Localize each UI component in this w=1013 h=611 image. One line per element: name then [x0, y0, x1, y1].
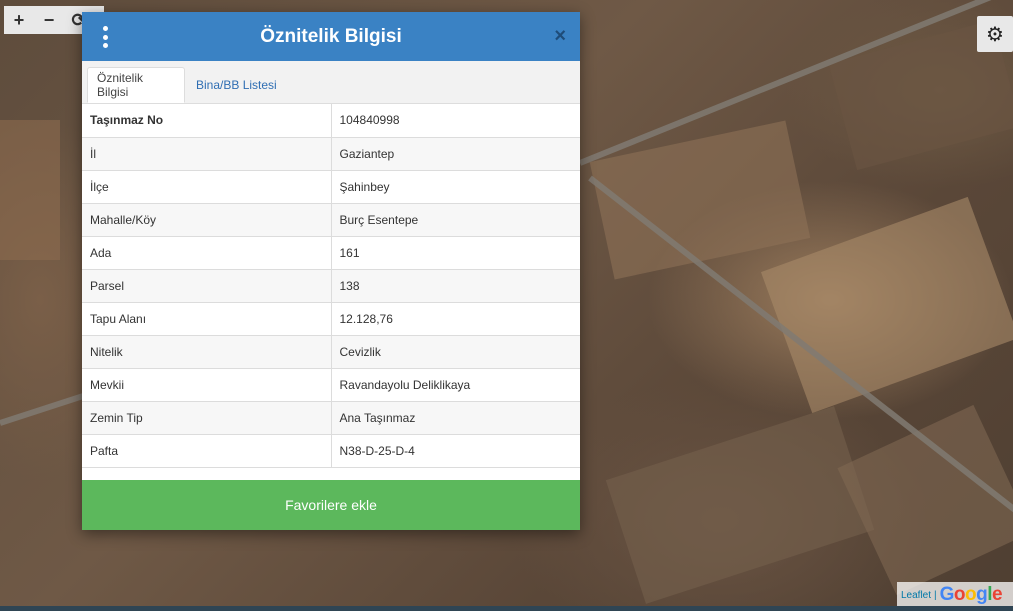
- modal-title: Öznitelik Bilgisi: [260, 25, 402, 47]
- row-key: İl: [82, 137, 332, 171]
- row-value: 138: [331, 269, 580, 303]
- attribute-info-modal: Öznitelik Bilgisi × Öznitelik Bilgisi Bi…: [82, 12, 580, 530]
- row-value: N38-D-25-D-4: [331, 434, 580, 468]
- table-row: Pafta N38-D-25-D-4: [82, 434, 580, 468]
- settings-button[interactable]: ⚙: [977, 16, 1013, 52]
- row-value: Gaziantep: [331, 137, 580, 171]
- row-value: Cevizlik: [331, 335, 580, 369]
- row-value: 104840998: [331, 104, 580, 138]
- table-row: İlçe Şahinbey: [82, 170, 580, 204]
- table-row: Zemin Tip Ana Taşınmaz: [82, 401, 580, 435]
- bottom-strip: [0, 606, 1013, 611]
- row-value: 12.128,76: [331, 302, 580, 336]
- attribution-separator: |: [934, 589, 937, 601]
- row-key: Mevkii: [82, 368, 332, 402]
- modal-tabs: Öznitelik Bilgisi Bina/BB Listesi: [82, 61, 580, 104]
- table-row: İl Gaziantep: [82, 137, 580, 171]
- tab-building-list[interactable]: Bina/BB Listesi: [187, 67, 286, 103]
- leaflet-link[interactable]: Leaflet: [901, 590, 931, 601]
- close-icon[interactable]: ×: [554, 25, 566, 48]
- table-row: Ada 161: [82, 236, 580, 270]
- table-row: Mahalle/Köy Burç Esentepe: [82, 203, 580, 237]
- google-logo: Google: [939, 584, 1003, 605]
- row-key: Parsel: [82, 269, 332, 303]
- map-field: [837, 404, 1013, 596]
- row-key: İlçe: [82, 170, 332, 204]
- map-field: [605, 406, 875, 604]
- zoom-in-button[interactable]: +: [4, 6, 34, 34]
- map-attribution: Leaflet | Google: [897, 582, 1013, 608]
- table-row: Parsel 138: [82, 269, 580, 303]
- table-row: Mevkii Ravandayolu Deliklikaya: [82, 368, 580, 402]
- row-key: Ada: [82, 236, 332, 270]
- row-value: 161: [331, 236, 580, 270]
- row-value: Burç Esentepe: [331, 203, 580, 237]
- modal-header: Öznitelik Bilgisi ×: [82, 12, 580, 61]
- row-key: Nitelik: [82, 335, 332, 369]
- row-key: Pafta: [82, 434, 332, 468]
- tab-attribute-info[interactable]: Öznitelik Bilgisi: [87, 67, 185, 103]
- row-value: Ana Taşınmaz: [331, 401, 580, 435]
- zoom-out-button[interactable]: −: [34, 6, 64, 34]
- row-value: Ravandayolu Deliklikaya: [331, 368, 580, 402]
- row-key: Mahalle/Köy: [82, 203, 332, 237]
- map-field: [0, 120, 60, 260]
- gear-icon: ⚙: [986, 23, 1004, 46]
- table-row: Taşınmaz No 104840998: [82, 104, 580, 138]
- table-row: Tapu Alanı 12.128,76: [82, 302, 580, 336]
- row-value: Şahinbey: [331, 170, 580, 204]
- attribute-table: Taşınmaz No 104840998 İl Gaziantep İlçe Şah…: [82, 104, 580, 468]
- table-row: Nitelik Cevizlik: [82, 335, 580, 369]
- row-key: Zemin Tip: [82, 401, 332, 435]
- add-to-favorites-button[interactable]: Favorilere ekle: [82, 480, 580, 530]
- row-key: Taşınmaz No: [82, 104, 332, 138]
- row-key: Tapu Alanı: [82, 302, 332, 336]
- map-road: [0, 392, 87, 426]
- more-options-icon[interactable]: [99, 26, 111, 48]
